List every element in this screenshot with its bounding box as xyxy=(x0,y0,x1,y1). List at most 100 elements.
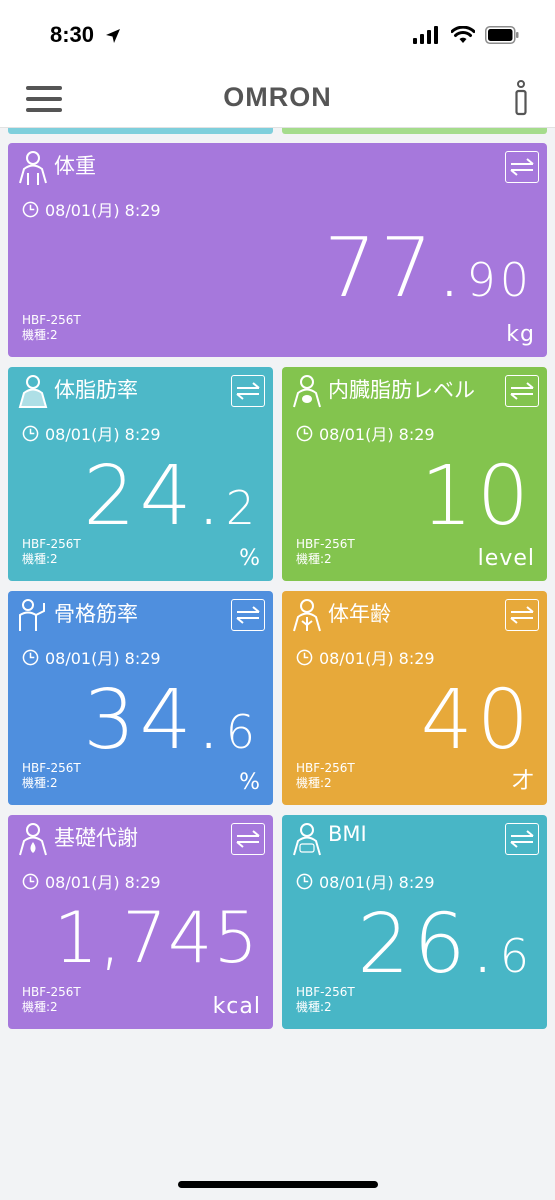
omron-logo: OMRON xyxy=(223,82,332,112)
measurement-time: 08/01(月) 8:29 xyxy=(22,645,161,669)
clock-icon xyxy=(22,201,39,217)
status-time-text: 8:30 xyxy=(50,22,95,47)
visceral-fat-value: 10 xyxy=(420,449,533,544)
skeletal-muscle-value: 34.6 xyxy=(83,673,259,768)
measurement-time: 08/01(月) 8:29 xyxy=(296,421,435,445)
unit-label: kcal xyxy=(212,994,261,1019)
body-age-icon xyxy=(293,599,321,632)
metabolism-icon xyxy=(19,823,47,856)
device-type: 機種:2 xyxy=(22,776,58,790)
basal-metabolism-value: 1,745 xyxy=(53,897,259,979)
info-icon[interactable] xyxy=(513,80,529,116)
visceral-fat-icon xyxy=(293,375,321,408)
bmi-card[interactable]: BMI 08/01(月) 8:29 26.6 HBF-256T 機種:2 xyxy=(282,815,547,1029)
location-arrow-icon xyxy=(106,29,121,44)
swap-arrows-icon xyxy=(236,606,260,624)
card-title: BMI xyxy=(328,822,367,846)
device-model: HBF-256T xyxy=(296,761,355,775)
swap-button[interactable] xyxy=(505,823,539,855)
device-info: HBF-256T 機種:2 xyxy=(22,985,81,1015)
clock-icon xyxy=(296,873,313,889)
bmi-icon xyxy=(293,823,321,856)
device-model: HBF-256T xyxy=(296,537,355,551)
skeletal-muscle-card[interactable]: 骨格筋率 08/01(月) 8:29 34.6 % HBF-256T 機種:2 xyxy=(8,591,273,805)
swap-arrows-icon xyxy=(236,382,260,400)
status-time: 8:30 xyxy=(50,22,122,48)
device-type: 機種:2 xyxy=(22,328,58,342)
device-type: 機種:2 xyxy=(22,1000,58,1014)
unit-label: % xyxy=(239,546,261,571)
time-text: 08/01(月) 8:29 xyxy=(45,873,161,892)
measurement-time: 08/01(月) 8:29 xyxy=(296,869,435,893)
device-model: HBF-256T xyxy=(22,761,81,775)
unit-label: kg xyxy=(506,322,535,347)
clock-icon xyxy=(22,873,39,889)
previous-card-edge-right xyxy=(282,128,547,134)
body-fat-icon xyxy=(18,375,48,408)
time-text: 08/01(月) 8:29 xyxy=(319,649,435,668)
device-model: HBF-256T xyxy=(22,985,81,999)
visceral-fat-card[interactable]: 内臓脂肪レベル 08/01(月) 8:29 10 level HBF-256T 機… xyxy=(282,367,547,581)
time-text: 08/01(月) 8:29 xyxy=(45,649,161,668)
signal-icon xyxy=(413,26,438,44)
unit-label: level xyxy=(477,546,535,571)
device-info: HBF-256T 機種:2 xyxy=(296,537,355,567)
weight-card[interactable]: 体重 08/01(月) 8:29 77.90 kg HBF-256T 機種:2 xyxy=(8,143,547,357)
device-info: HBF-256T 機種:2 xyxy=(296,985,355,1015)
swap-button[interactable] xyxy=(231,375,265,407)
time-text: 08/01(月) 8:29 xyxy=(319,425,435,444)
body-fat-value: 24.2 xyxy=(83,449,259,544)
measurement-time: 08/01(月) 8:29 xyxy=(22,869,161,893)
body-age-card[interactable]: 体年齢 08/01(月) 8:29 40 才 HBF-256T 機種:2 xyxy=(282,591,547,805)
device-info: HBF-256T 機種:2 xyxy=(22,761,81,791)
device-type: 機種:2 xyxy=(22,552,58,566)
device-model: HBF-256T xyxy=(296,985,355,999)
swap-arrows-icon xyxy=(510,830,534,848)
muscle-icon xyxy=(19,599,45,631)
measurement-time: 08/01(月) 8:29 xyxy=(22,197,161,221)
wifi-icon xyxy=(451,26,475,43)
card-title: 体脂肪率 xyxy=(54,378,138,402)
home-indicator[interactable] xyxy=(178,1181,378,1188)
device-info: HBF-256T 機種:2 xyxy=(22,537,81,567)
device-type: 機種:2 xyxy=(296,552,332,566)
card-title: 骨格筋率 xyxy=(54,602,138,626)
weight-value: 77.90 xyxy=(324,221,533,316)
app-header: OMRON xyxy=(0,70,555,128)
basal-metabolism-card[interactable]: 基礎代謝 08/01(月) 8:29 1,745 kcal HBF-256T 機種… xyxy=(8,815,273,1029)
measurement-time: 08/01(月) 8:29 xyxy=(296,645,435,669)
swap-button[interactable] xyxy=(505,375,539,407)
swap-arrows-icon xyxy=(236,830,260,848)
body-weight-icon xyxy=(19,151,47,185)
status-bar: 8:30 xyxy=(0,0,555,70)
time-text: 08/01(月) 8:29 xyxy=(45,425,161,444)
card-title: 内臓脂肪レベル xyxy=(328,378,475,402)
battery-icon xyxy=(485,26,519,44)
clock-icon xyxy=(22,425,39,441)
body-fat-card[interactable]: 体脂肪率 08/01(月) 8:29 24.2 % HBF-256T 機種:2 xyxy=(8,367,273,581)
card-title: 体年齢 xyxy=(328,602,391,626)
unit-label: % xyxy=(239,770,261,795)
swap-button[interactable] xyxy=(505,599,539,631)
measurement-time: 08/01(月) 8:29 xyxy=(22,421,161,445)
swap-button[interactable] xyxy=(231,823,265,855)
bmi-value: 26.6 xyxy=(357,897,533,992)
swap-arrows-icon xyxy=(510,158,534,176)
swap-button[interactable] xyxy=(231,599,265,631)
device-info: HBF-256T 機種:2 xyxy=(296,761,355,791)
unit-label: 才 xyxy=(511,769,535,794)
device-type: 機種:2 xyxy=(296,776,332,790)
card-title: 体重 xyxy=(54,154,96,178)
previous-card-edge-left xyxy=(8,128,273,134)
device-type: 機種:2 xyxy=(296,1000,332,1014)
clock-icon xyxy=(296,425,313,441)
swap-arrows-icon xyxy=(510,382,534,400)
device-model: HBF-256T xyxy=(22,537,81,551)
swap-button[interactable] xyxy=(505,151,539,183)
clock-icon xyxy=(296,649,313,665)
device-model: HBF-256T xyxy=(22,313,81,327)
time-text: 08/01(月) 8:29 xyxy=(319,873,435,892)
time-text: 08/01(月) 8:29 xyxy=(45,201,161,220)
swap-arrows-icon xyxy=(510,606,534,624)
body-age-value: 40 xyxy=(420,673,533,768)
